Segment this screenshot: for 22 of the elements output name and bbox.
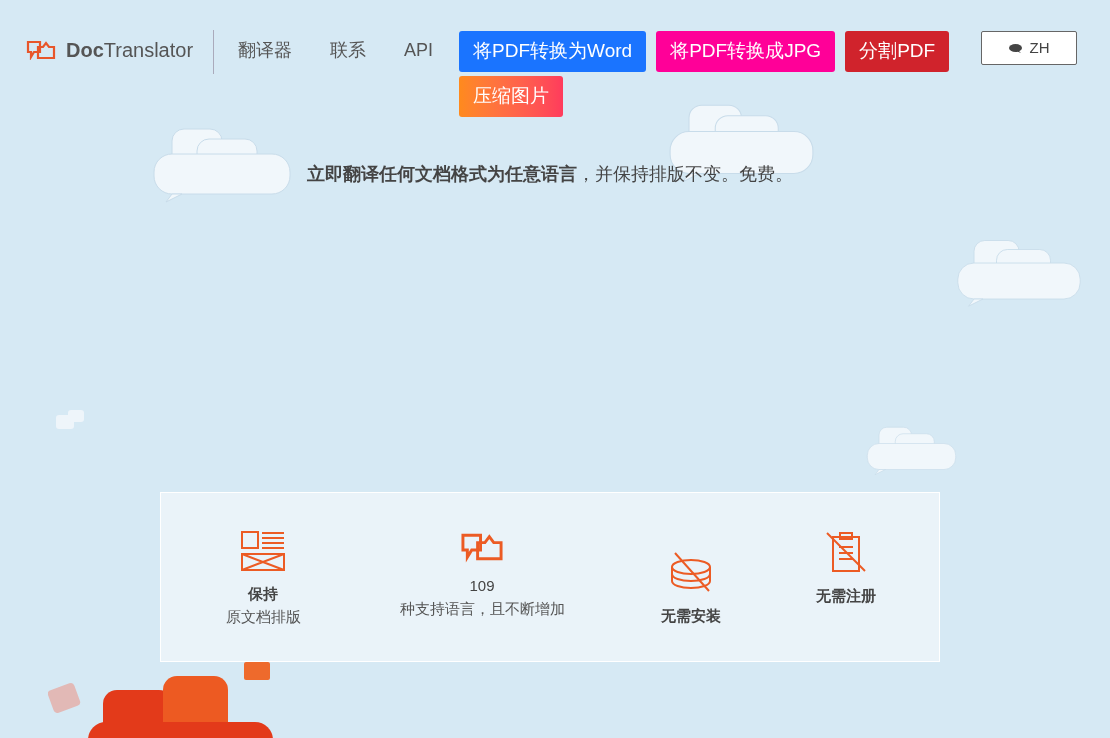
tagline: 立即翻译任何文档格式为任意语言，并保持排版不变。免费。 [306, 163, 794, 186]
feature-subtitle: 原文档排版 [225, 606, 301, 627]
tool-button[interactable]: 分割PDF [845, 31, 950, 72]
speech-bubble-icon [56, 410, 86, 432]
tool-button[interactable]: 将PDF转换成JPG [656, 31, 836, 72]
feature-title: 保持 [248, 584, 278, 604]
nav-link[interactable]: API [404, 36, 434, 64]
feature-title: 109 [469, 576, 495, 596]
speech-bubbles-logo-icon [26, 40, 56, 60]
nav-link[interactable]: 翻译器 [238, 36, 293, 64]
layout-icon [241, 531, 285, 571]
feature-subtitle: 种支持语言，且不断增加 [399, 598, 565, 619]
logo-text[interactable]: DocTranslator [66, 35, 194, 65]
feature-title: 无需注册 [816, 586, 876, 606]
feature-title: 无需安装 [661, 606, 721, 626]
tool-button[interactable]: 将PDF转换为Word [459, 31, 647, 72]
nav-link[interactable]: 联系 [330, 36, 367, 64]
speech-bubbles-icon [460, 531, 504, 563]
speech-bubble-icon [1008, 43, 1022, 53]
crossed-clipboard-icon [825, 531, 867, 573]
language-button[interactable]: ZH [981, 31, 1078, 65]
crossed-coins-icon [669, 551, 713, 593]
